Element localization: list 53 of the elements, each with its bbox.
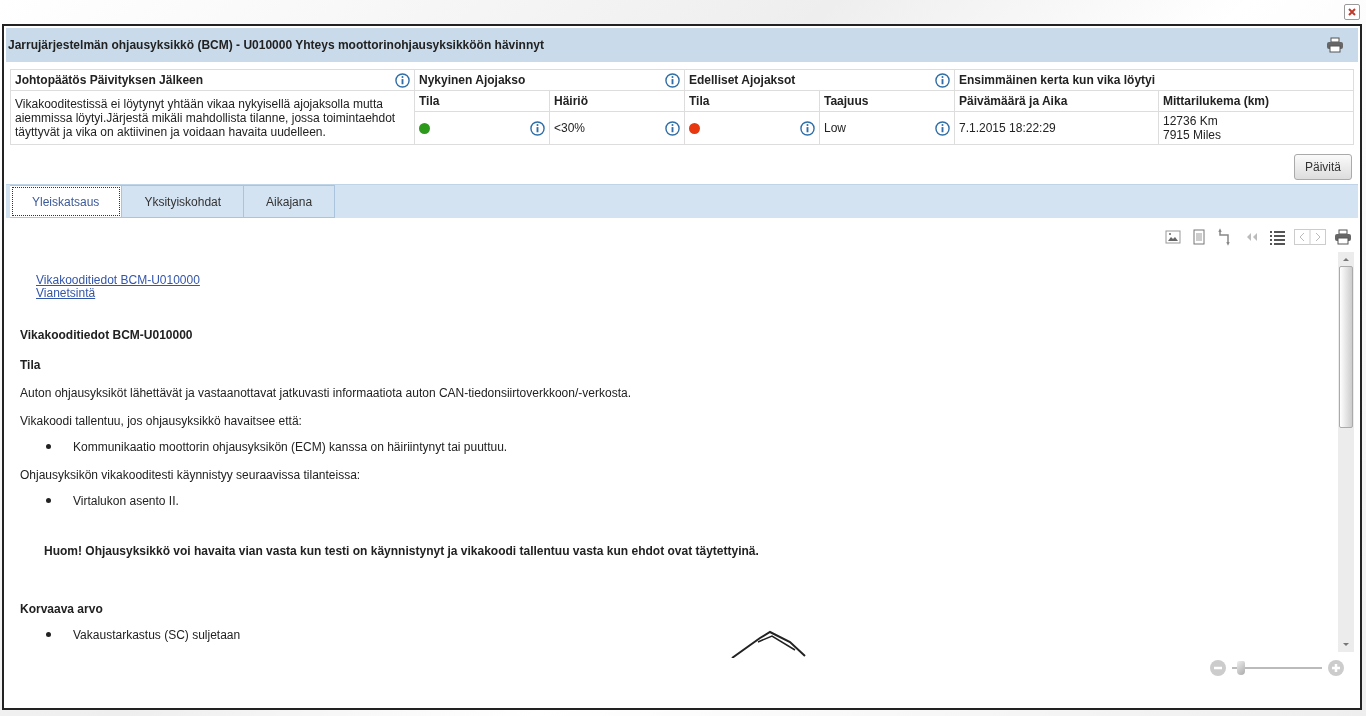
- paragraph: Ohjausyksikön vikakooditesti käynnistyy seuraavissa tilanteissa:: [20, 468, 362, 482]
- tab[interactable]: Yksityiskohdat: [122, 185, 245, 218]
- info-icon[interactable]: [935, 120, 950, 136]
- sub-heading: Tila: [684, 90, 820, 112]
- clipboard-icon[interactable]: [1190, 228, 1208, 246]
- sub-heading: Häiriö: [549, 90, 685, 112]
- close-icon: [1348, 8, 1356, 16]
- scrollbar[interactable]: [1338, 252, 1354, 652]
- tab[interactable]: Aikajana: [244, 185, 336, 218]
- plus-icon: [1331, 663, 1341, 673]
- column-heading: Nykyinen Ajojakso: [419, 73, 526, 87]
- print-icon[interactable]: [1334, 229, 1352, 245]
- section-heading: Tila: [20, 358, 42, 372]
- list-item: Kommunikaatio moottorin ohjausyksikön (ECM) kanssa on häiriintynyt tai puuttuu.: [73, 440, 508, 454]
- link[interactable]: Vikakooditiedot BCM-U010000: [36, 274, 200, 287]
- window-title: Jarrujärjestelmän ohjausyksikkö (BCM) - U010000 Yhteys moottorinohjausyksikköön hävinnyt: [8, 38, 544, 52]
- info-icon[interactable]: [665, 120, 680, 136]
- sub-heading: Päivämäärä ja Aika: [954, 90, 1159, 112]
- column-heading: Ensimmäinen kerta kun vika löytyi: [954, 69, 1354, 91]
- image-icon[interactable]: [1164, 228, 1182, 246]
- sub-heading: Taajuus: [819, 90, 955, 112]
- info-icon[interactable]: [935, 72, 950, 88]
- print-icon[interactable]: [1326, 37, 1344, 53]
- note-text: Huom! Ohjausyksikkö voi havaita vian vasta kun testi on käynnistynyt ja vikakoodi tallentuu vasta kun ehdot ovat täytettyinä.: [44, 544, 760, 558]
- list-item: Vakaustarkastus (SC) suljetaan: [73, 628, 241, 642]
- info-icon[interactable]: [395, 72, 410, 88]
- info-icon[interactable]: [800, 120, 815, 136]
- metric-value: Low: [824, 121, 846, 135]
- metric-value: <30%: [554, 121, 586, 135]
- sub-heading: Tila: [414, 90, 550, 112]
- conclusion-text: Vikakooditestissä ei löytynyt yhtään vikaa nykyisellä ajojaksolla mutta aiemmissa löytyi.Järjestä mikäli mahdollista tilanne, jossa toimintaehdot täyttyvät ja vika on aktiivinen ja voidaan havaita uudelleen.: [10, 90, 415, 145]
- column-heading: Edelliset Ajojaksot: [689, 73, 796, 87]
- table-cell: 7.1.2015 18:22:29: [954, 111, 1159, 145]
- tab[interactable]: Yleiskatsaus: [10, 185, 123, 218]
- slider-thumb[interactable]: [1237, 661, 1245, 675]
- update-button[interactable]: Päivitä: [1293, 154, 1352, 180]
- column-heading: Johtopäätös Päivityksen Jälkeen: [15, 73, 204, 87]
- list-icon[interactable]: [1268, 228, 1286, 246]
- section-heading: Korvaava arvo: [20, 602, 104, 616]
- link[interactable]: Vianetsintä: [36, 287, 96, 300]
- bullet-icon: [46, 632, 51, 637]
- bullet-icon: [46, 444, 51, 449]
- info-icon[interactable]: [665, 72, 680, 88]
- sub-heading: Mittarilukema (km): [1158, 90, 1354, 112]
- odometer-value: 12736 Km: [1163, 114, 1219, 128]
- list-item: Virtalukon asento II.: [73, 494, 179, 508]
- close-button[interactable]: [1344, 4, 1360, 20]
- bullet-icon: [46, 498, 51, 503]
- paragraph: Vikakoodi tallentuu, jos ohjausyksikkö havaitsee että:: [20, 414, 303, 428]
- paragraph: Auton ohjausyksiköt lähettävät ja vastaanottavat jatkuvasti informaatiota auton CAN-tiedonsiirtoverkkoon/-verkosta.: [20, 386, 632, 400]
- odometer-value: 7915 Miles: [1163, 128, 1223, 142]
- info-icon[interactable]: [530, 120, 545, 136]
- document-title: Vikakooditiedot BCM-U010000: [20, 328, 194, 342]
